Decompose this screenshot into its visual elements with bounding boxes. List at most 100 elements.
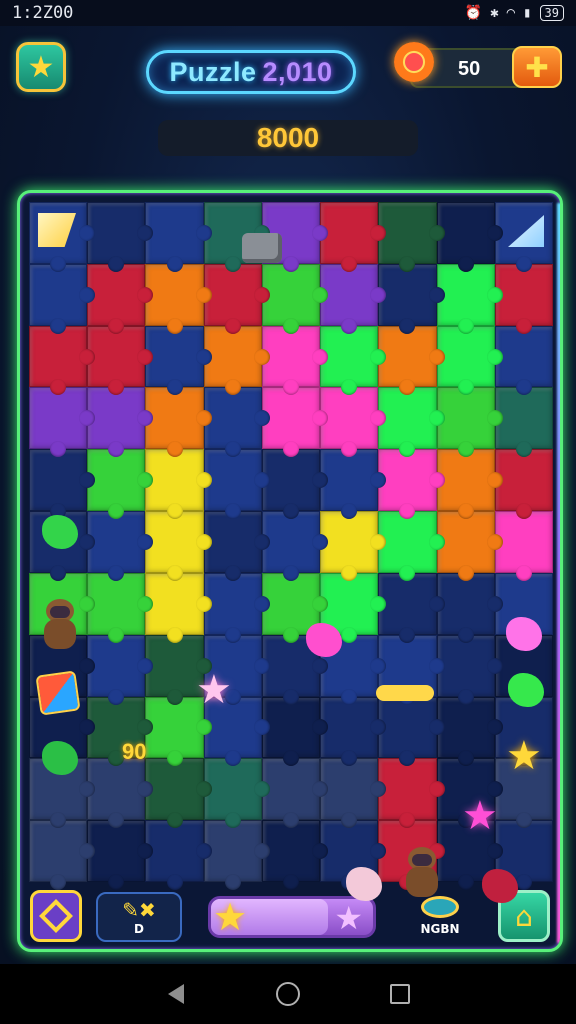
puzzle-piece[interactable] — [87, 634, 154, 705]
stone-block-icon[interactable] — [242, 233, 282, 263]
tools-icon: ✎✖ — [122, 898, 156, 922]
puzzle-piece[interactable] — [436, 325, 504, 396]
puzzle-piece[interactable] — [203, 449, 271, 519]
puzzle-piece[interactable] — [436, 634, 504, 705]
puzzle-piece[interactable] — [203, 758, 271, 828]
puzzle-piece[interactable] — [320, 202, 387, 272]
puzzle-piece[interactable] — [436, 511, 504, 581]
puzzle-piece[interactable] — [203, 387, 271, 458]
bear-character-icon[interactable] — [400, 847, 442, 901]
add-coins-button[interactable]: ✚ — [512, 46, 562, 88]
puzzle-piece[interactable] — [203, 572, 271, 643]
pink-star-icon[interactable]: ★ — [196, 667, 232, 713]
puzzle-piece[interactable] — [203, 325, 271, 396]
puzzle-piece[interactable] — [494, 325, 553, 396]
puzzle-piece[interactable] — [261, 263, 329, 334]
puzzle-piece[interactable] — [87, 449, 154, 519]
favorites-star-button[interactable]: ★ — [16, 42, 66, 92]
puzzle-piece[interactable] — [87, 263, 154, 334]
puzzle-piece[interactable] — [87, 820, 154, 890]
recents-square-icon — [390, 984, 410, 1004]
puzzle-piece[interactable] — [436, 387, 504, 458]
puzzle-piece[interactable] — [29, 449, 96, 519]
puzzle-piece[interactable] — [320, 758, 387, 828]
puzzle-piece[interactable] — [87, 387, 154, 458]
puzzle-piece[interactable] — [29, 820, 96, 890]
puzzle-piece[interactable] — [203, 511, 271, 581]
tools-button[interactable]: ✎✖ D — [96, 892, 182, 942]
puzzle-piece[interactable] — [87, 758, 154, 828]
puzzle-piece[interactable] — [29, 263, 96, 334]
home-circle-icon — [276, 982, 300, 1006]
bear-character-icon[interactable] — [38, 599, 80, 653]
puzzle-piece[interactable] — [320, 387, 387, 458]
puzzle-piece[interactable] — [320, 263, 387, 334]
puzzle-piece[interactable] — [320, 511, 387, 581]
puzzle-piece[interactable] — [87, 511, 154, 581]
tools-label: D — [134, 922, 144, 936]
back-button[interactable] — [156, 974, 196, 1014]
puzzle-piece[interactable] — [145, 202, 212, 272]
puzzle-piece[interactable] — [261, 511, 329, 581]
puzzle-piece[interactable] — [494, 449, 553, 519]
puzzle-piece[interactable] — [378, 325, 445, 396]
puzzle-piece[interactable] — [378, 263, 445, 334]
puzzle-piece[interactable] — [436, 202, 504, 272]
puzzle-piece[interactable] — [87, 325, 154, 396]
puzzle-piece[interactable] — [494, 263, 553, 334]
puzzle-piece[interactable] — [378, 387, 445, 458]
puzzle-piece[interactable] — [145, 449, 212, 519]
puzzle-piece[interactable] — [378, 758, 445, 828]
puzzle-piece[interactable] — [145, 820, 212, 890]
recents-button[interactable] — [380, 974, 420, 1014]
puzzle-piece[interactable] — [320, 325, 387, 396]
puzzle-piece[interactable] — [436, 449, 504, 519]
yellow-bone-piece-icon[interactable] — [376, 685, 434, 701]
puzzle-piece[interactable] — [29, 325, 96, 396]
puzzle-piece[interactable] — [378, 572, 445, 643]
puzzle-piece[interactable] — [261, 325, 329, 396]
puzzle-piece[interactable] — [378, 202, 445, 272]
hint-diamond-button[interactable] — [30, 890, 82, 942]
game-screen: ★ Puzzle 2,010 50 ✚ 8000 ★ ★ ★ 90 ✎✖ D ★… — [0, 26, 576, 964]
battery-icon: 39 — [539, 5, 564, 21]
puzzle-piece[interactable] — [145, 325, 212, 396]
puzzle-piece[interactable] — [29, 387, 96, 458]
puzzle-piece[interactable] — [87, 202, 154, 272]
puzzle-piece[interactable] — [378, 449, 445, 519]
puzzle-piece[interactable] — [145, 387, 212, 458]
gift-box-icon[interactable] — [35, 670, 81, 716]
puzzle-piece[interactable] — [87, 572, 154, 643]
puzzle-piece[interactable] — [494, 387, 553, 458]
puzzle-piece[interactable] — [378, 696, 445, 767]
gold-star-icon[interactable]: ★ — [506, 733, 542, 779]
puzzle-piece[interactable] — [494, 511, 553, 581]
home-nav-button[interactable] — [268, 974, 308, 1014]
puzzle-piece[interactable] — [145, 263, 212, 334]
puzzle-piece[interactable] — [145, 572, 212, 643]
puzzle-piece[interactable] — [261, 696, 329, 767]
puzzle-piece[interactable] — [145, 511, 212, 581]
score-display: 8000 — [158, 120, 418, 156]
puzzle-piece[interactable] — [261, 449, 329, 519]
puzzle-piece[interactable] — [145, 634, 212, 705]
puzzle-piece[interactable] — [203, 820, 271, 890]
alarm-icon: ⏰ — [464, 5, 483, 21]
puzzle-piece[interactable] — [203, 263, 271, 334]
puzzle-piece[interactable] — [261, 387, 329, 458]
puzzle-piece[interactable] — [436, 696, 504, 767]
status-time: 1:2Z00 — [12, 3, 74, 23]
magenta-star-icon[interactable]: ★ — [462, 793, 498, 839]
puzzle-grid[interactable] — [29, 202, 553, 890]
puzzle-piece[interactable] — [378, 511, 445, 581]
puzzle-piece[interactable] — [145, 696, 212, 767]
home-icon: ⌂ — [515, 899, 533, 933]
puzzle-piece[interactable] — [261, 820, 329, 890]
puzzle-piece[interactable] — [436, 263, 504, 334]
puzzle-piece[interactable] — [261, 758, 329, 828]
puzzle-piece[interactable] — [320, 696, 387, 767]
puzzle-piece[interactable] — [436, 572, 504, 643]
puzzle-piece[interactable] — [320, 449, 387, 519]
puzzle-board[interactable]: ★ ★ ★ 90 ✎✖ D ★ ★ NGBN ⌂ — [17, 190, 563, 952]
puzzle-piece[interactable] — [145, 758, 212, 828]
